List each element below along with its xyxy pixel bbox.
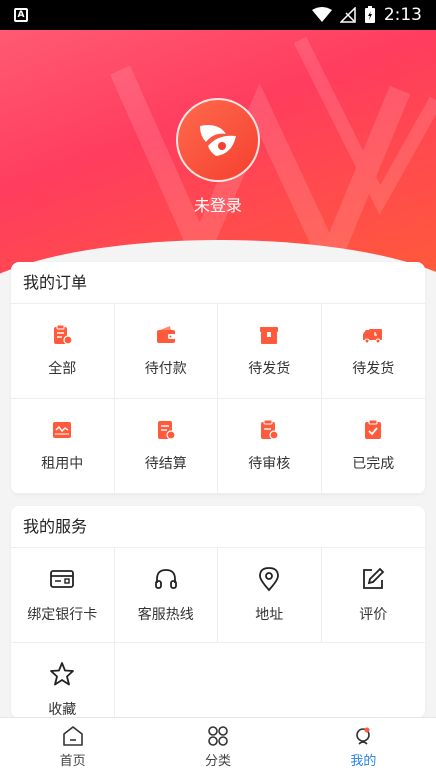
order-pending-shipment-label: 待发货 (248, 361, 291, 377)
wifi-icon (311, 7, 332, 22)
tab-profile-label: 我的 (350, 754, 377, 769)
status-bar: A 2:13 (0, 0, 436, 30)
services-title: 我的服务 (11, 506, 425, 548)
bank-card-icon (50, 570, 75, 588)
tab-profile[interactable]: 我的 (291, 718, 436, 775)
orders-card: 我的订单 全部 待付款 待发货 待发货 租用中 待结算 待审核 已完成 (11, 262, 425, 494)
settlement-icon (157, 421, 176, 440)
home-icon (62, 726, 83, 746)
tab-category[interactable]: 分类 (145, 718, 290, 775)
avatar[interactable] (176, 98, 260, 182)
box-icon (260, 327, 279, 344)
order-all[interactable]: 全部 (11, 304, 115, 399)
service-review-label: 评价 (359, 607, 388, 623)
order-shipping[interactable]: 待发货 (321, 304, 425, 399)
service-hotline-label: 客服热线 (137, 607, 194, 623)
order-pending-settlement-label: 待结算 (144, 456, 187, 472)
app-notification-icon: A (14, 8, 28, 22)
order-renting-label: 租用中 (41, 456, 84, 472)
signal-icon (339, 7, 356, 23)
renting-icon (53, 422, 72, 438)
order-completed[interactable]: 已完成 (321, 399, 425, 494)
bottom-tab-bar: 首页 分类 我的 (0, 717, 436, 775)
review-icon (261, 419, 279, 440)
all-orders-icon (54, 324, 73, 345)
star-icon (50, 662, 75, 686)
order-pending-review[interactable]: 待审核 (218, 399, 322, 494)
order-all-label: 全部 (48, 361, 77, 377)
service-review[interactable]: 评价 (321, 548, 425, 643)
wallet-icon (156, 326, 175, 343)
service-address[interactable]: 地址 (218, 548, 322, 643)
service-favorites[interactable]: 收藏 (11, 643, 115, 718)
service-address-label: 地址 (255, 607, 284, 623)
order-pending-settlement[interactable]: 待结算 (114, 399, 218, 494)
location-icon (259, 567, 280, 592)
profile-icon (356, 727, 371, 745)
tab-category-label: 分类 (204, 754, 231, 769)
order-pending-payment-label: 待付款 (144, 361, 187, 377)
service-hotline[interactable]: 客服热线 (114, 548, 218, 643)
truck-icon (363, 329, 383, 344)
service-bind-bank-card[interactable]: 绑定银行卡 (11, 548, 115, 643)
battery-icon (364, 6, 375, 23)
logo-icon (200, 125, 236, 156)
tab-home-label: 首页 (59, 754, 86, 769)
edit-icon (363, 567, 385, 589)
clock: 2:13 (383, 5, 422, 25)
order-completed-label: 已完成 (352, 456, 395, 472)
headphones-icon (154, 569, 177, 589)
order-renting[interactable]: 租用中 (11, 399, 115, 494)
orders-title: 我的订单 (11, 262, 425, 304)
profile-header: 未登录 (0, 30, 436, 280)
completed-icon (365, 419, 382, 439)
service-bind-bank-card-label: 绑定银行卡 (27, 607, 98, 623)
order-shipping-label: 待发货 (352, 361, 395, 377)
category-icon (208, 726, 228, 746)
order-pending-review-label: 待审核 (248, 456, 291, 472)
tab-home[interactable]: 首页 (0, 718, 145, 775)
login-status[interactable]: 未登录 (0, 192, 436, 216)
order-pending-payment[interactable]: 待付款 (114, 304, 218, 399)
order-pending-shipment[interactable]: 待发货 (218, 304, 322, 399)
services-card: 我的服务 绑定银行卡 客服热线 地址 评价 收藏 (11, 506, 425, 718)
service-favorites-label: 收藏 (48, 702, 77, 718)
